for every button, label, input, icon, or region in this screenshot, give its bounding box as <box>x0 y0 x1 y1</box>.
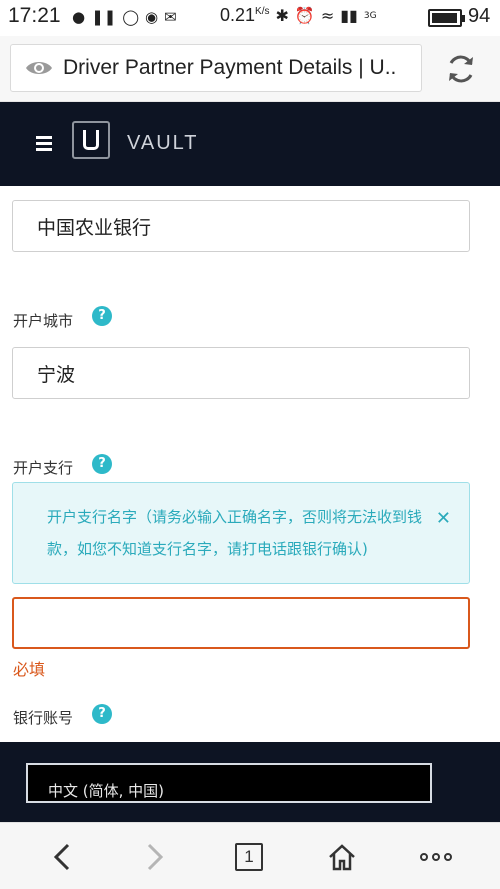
page-title: Driver Partner Payment Details | U.. <box>63 56 397 79</box>
bottom-nav: 1 <box>0 822 500 889</box>
status-bar: 17:21 ● ❚❚ ◯ ◉ ✉ 0.21K/s ✱ ⏰ ≈ ▮▮ 3G 94 <box>0 0 500 36</box>
du-icon: ◉ <box>145 8 159 26</box>
browser-toolbar: Driver Partner Payment Details | U.. <box>0 36 500 102</box>
more-button[interactable] <box>416 837 456 877</box>
city-field[interactable]: 宁波 <box>12 347 470 399</box>
branch-field[interactable] <box>12 597 470 649</box>
branch-help-icon[interactable]: ? <box>92 454 112 474</box>
branch-info-text: 开户支行名字（请务必输入正确名字，否则将无法收到钱款，如您不知道支行名字，请打电… <box>47 508 423 558</box>
status-right: 0.21K/s ✱ ⏰ ≈ ▮▮ 3G <box>220 5 377 26</box>
footer-language-area: 中文 (简体, 中国) <box>0 742 500 822</box>
bank-name-field[interactable]: 中国农业银行 <box>12 200 470 252</box>
app-header: VAULT <box>0 102 500 186</box>
required-error: 必填 <box>13 660 46 679</box>
wifi-icon: ≈ <box>320 6 335 25</box>
close-icon[interactable]: ✕ <box>436 503 451 535</box>
menu-icon[interactable] <box>36 136 52 152</box>
refresh-icon[interactable] <box>444 52 478 86</box>
signal-icon: ▮▮ <box>340 6 358 25</box>
app-title: VAULT <box>127 132 199 154</box>
tab-count: 1 <box>235 843 263 871</box>
chevron-left-icon <box>53 843 70 871</box>
city-label: 开户城市 <box>13 312 74 330</box>
chevron-right-icon <box>147 843 164 871</box>
tabs-button[interactable]: 1 <box>229 837 269 877</box>
battery-icon <box>428 9 465 27</box>
back-button[interactable] <box>42 837 82 877</box>
notification-icons: ● ❚❚ ◯ ◉ ✉ <box>72 6 177 28</box>
branch-info-box: 开户支行名字（请务必输入正确名字，否则将无法收到钱款，如您不知道支行名字，请打电… <box>12 482 470 584</box>
q-icon: ◯ <box>122 8 140 26</box>
mail-icon: ✉ <box>164 8 177 26</box>
uber-logo-icon <box>72 121 110 159</box>
more-icon <box>420 853 452 861</box>
status-time: 17:21 <box>8 4 61 27</box>
address-bar[interactable]: Driver Partner Payment Details | U.. <box>10 44 422 92</box>
alarm-icon: ⏰ <box>294 6 315 25</box>
forward-button[interactable] <box>135 837 175 877</box>
account-help-icon[interactable]: ? <box>92 704 112 724</box>
language-select[interactable]: 中文 (简体, 中国) <box>26 763 432 803</box>
city-help-icon[interactable]: ? <box>92 306 112 326</box>
bluetooth-icon: ✱ <box>275 6 289 25</box>
account-label: 银行账号 <box>13 709 74 727</box>
page: 17:21 ● ❚❚ ◯ ◉ ✉ 0.21K/s ✱ ⏰ ≈ ▮▮ 3G 94 … <box>0 0 500 889</box>
branch-label: 开户支行 <box>13 459 74 477</box>
eye-icon <box>26 62 52 74</box>
battery-level: 94 <box>468 5 491 27</box>
home-button[interactable] <box>322 837 362 877</box>
network-speed: 0.21K/s <box>220 5 270 25</box>
pause-icon: ❚❚ <box>91 8 117 26</box>
home-icon <box>329 844 355 871</box>
network-type: 3G <box>363 10 377 21</box>
chat-icon: ● <box>72 8 86 26</box>
